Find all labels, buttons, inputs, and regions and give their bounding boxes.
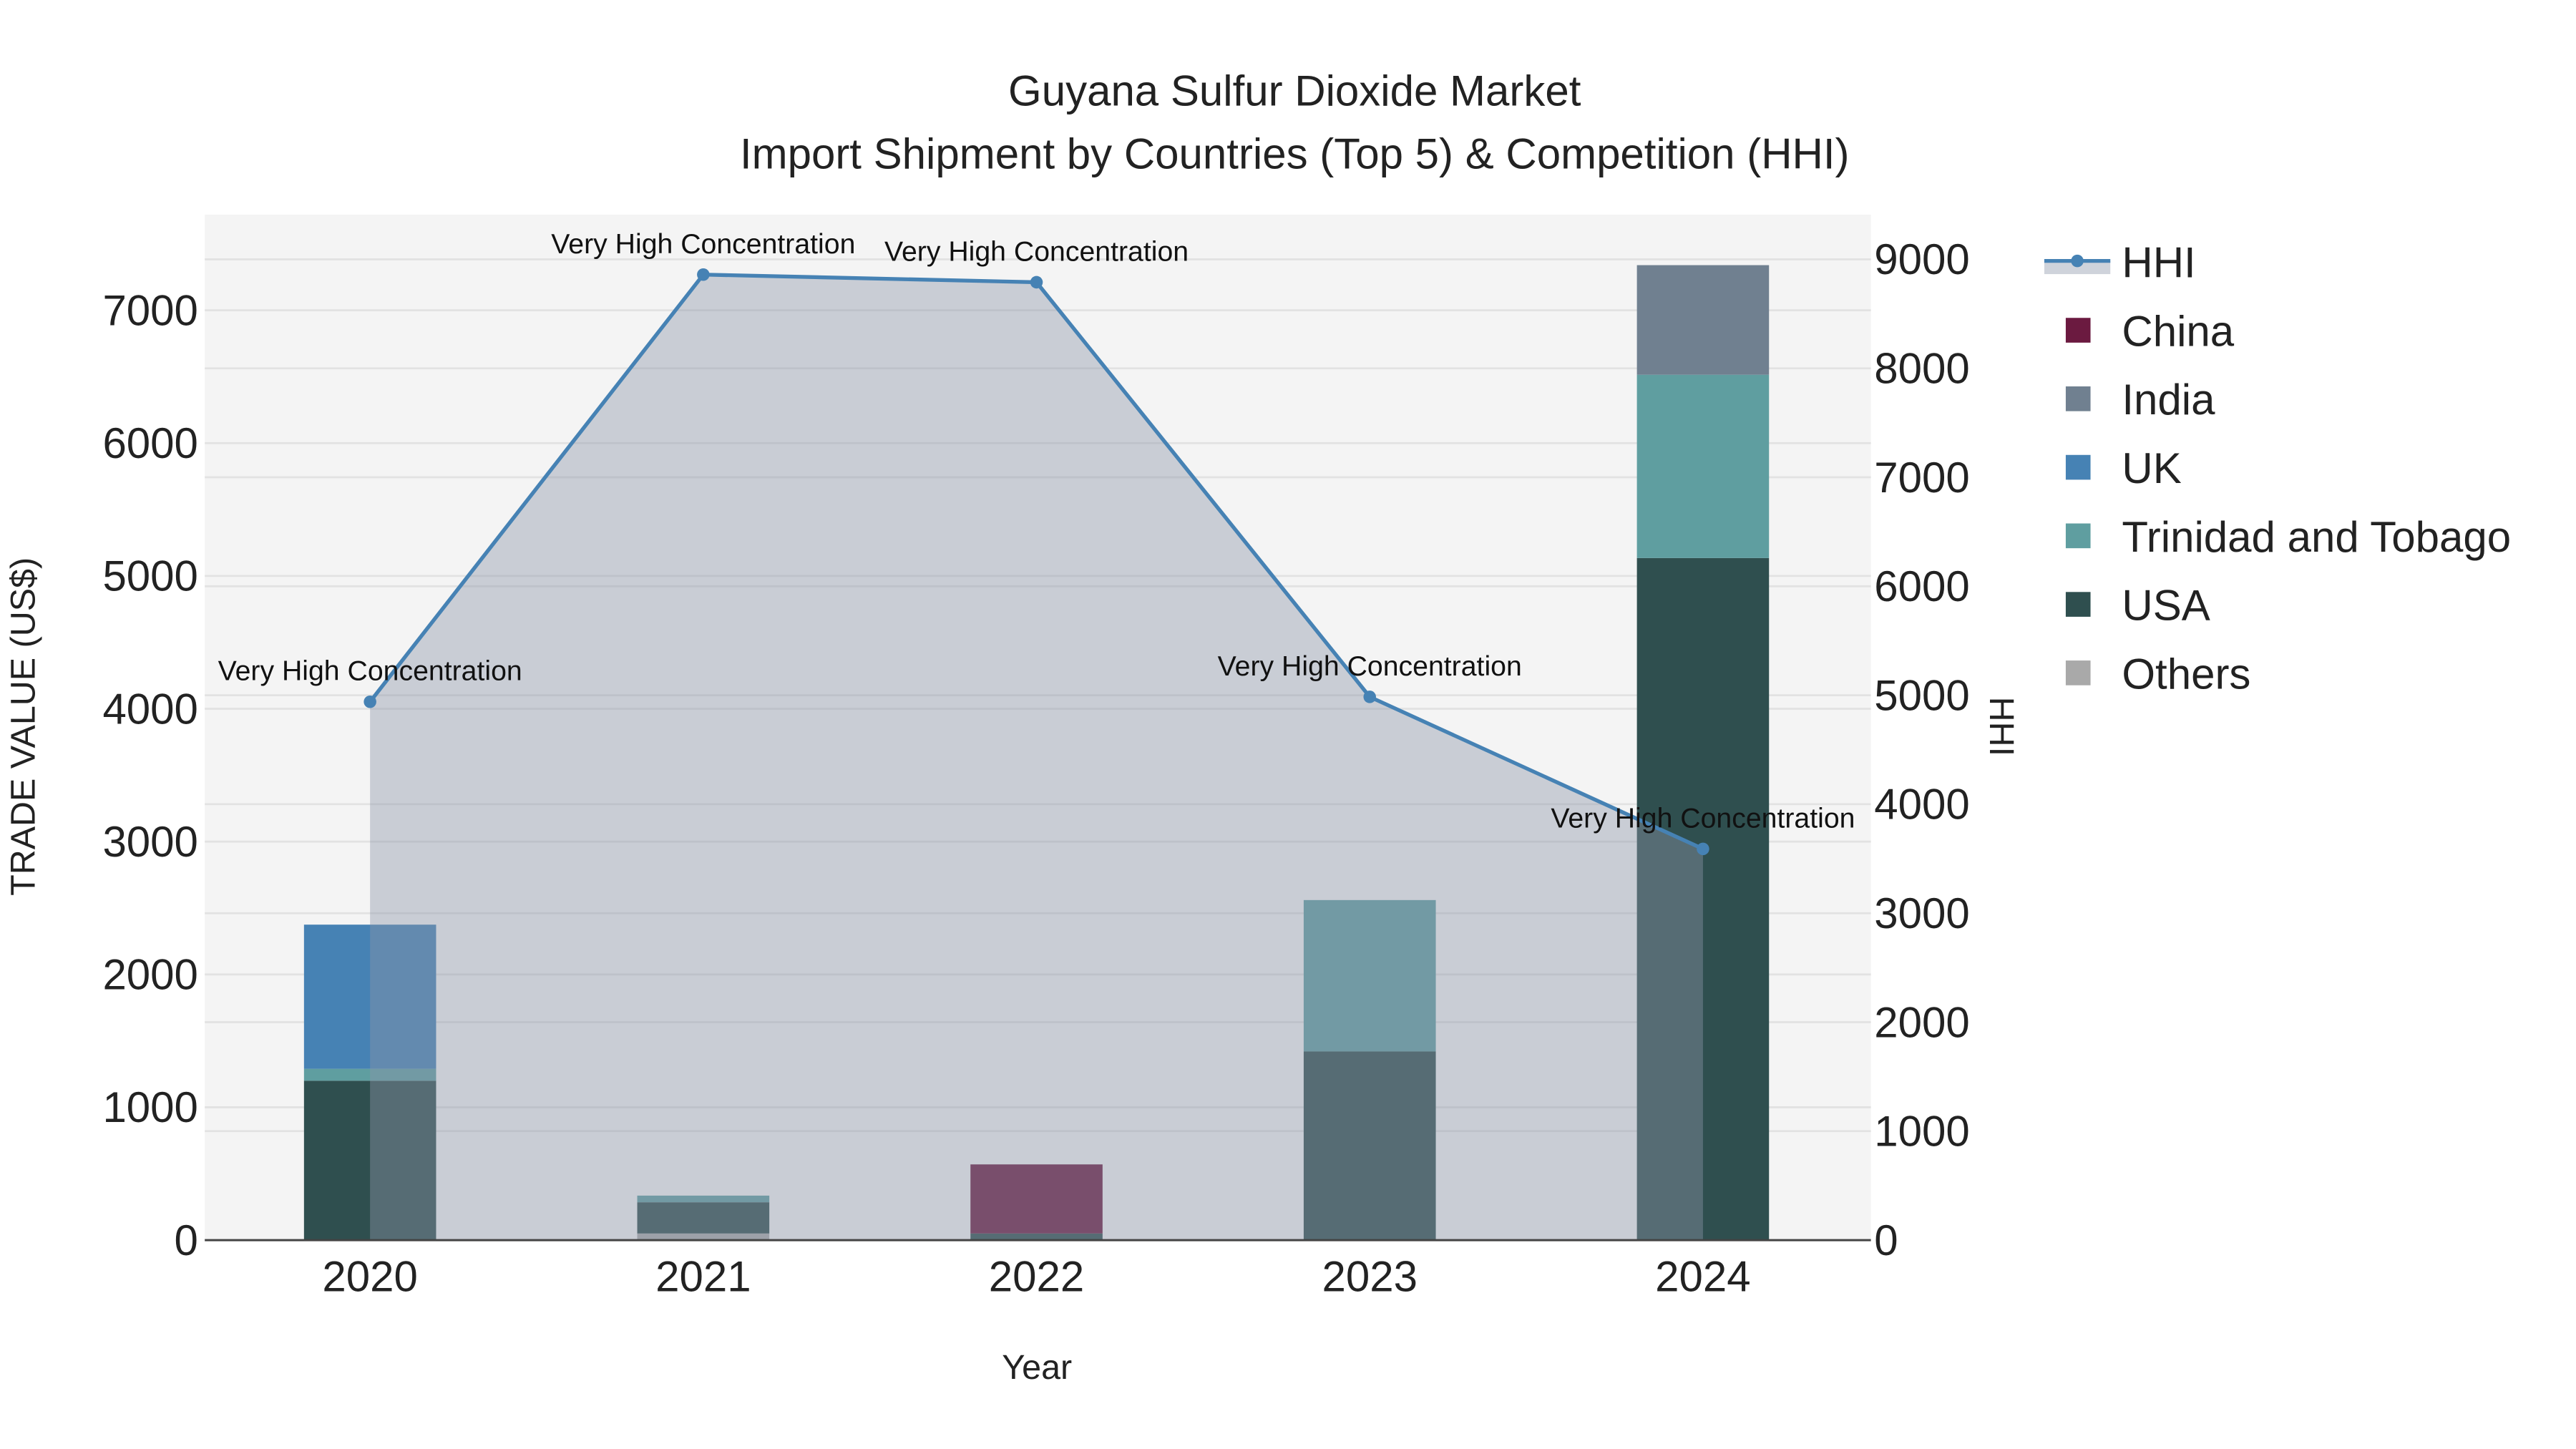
legend-swatch	[2065, 454, 2091, 480]
legend-swatch	[2065, 523, 2091, 549]
y-tick-label: 4000	[102, 685, 197, 733]
legend-label: China	[2122, 307, 2234, 355]
y-tick-label: 1000	[102, 1083, 197, 1131]
hhi-annotation: Very High Concentration	[218, 655, 522, 687]
hhi-point	[697, 268, 710, 281]
y-tick-label: 7000	[102, 286, 197, 334]
legend-label: India	[2122, 376, 2215, 424]
legend-hhi-marker	[2071, 254, 2084, 268]
chart: Very High Concentration Very High Concent…	[4, 67, 2511, 1387]
y2-tick-label: 2000	[1874, 998, 1969, 1046]
y2-tick-label: 6000	[1874, 562, 1969, 610]
hhi-point	[364, 695, 376, 708]
y2-axis-title: HHI	[1982, 697, 2021, 756]
y2-tick-label: 8000	[1874, 345, 1969, 393]
y-axis-title: TRADE VALUE (US$)	[4, 557, 42, 896]
hhi-point	[1697, 842, 1709, 856]
y-tick-label: 5000	[102, 552, 197, 600]
legend-swatch	[2065, 386, 2091, 411]
legend-label: UK	[2122, 444, 2181, 492]
legend-swatch	[2065, 592, 2091, 617]
y-tick-label: 0	[175, 1216, 198, 1264]
hhi-annotation: Very High Concentration	[884, 235, 1189, 267]
bar-india	[1636, 265, 1770, 375]
x-tick-label: 2023	[1322, 1253, 1417, 1301]
y-tick-label: 2000	[102, 951, 197, 999]
x-tick-label: 2021	[655, 1253, 751, 1301]
legend-swatch	[2065, 318, 2091, 343]
y2-tick-label: 7000	[1874, 454, 1969, 502]
x-axis-title: Year	[1002, 1348, 1072, 1387]
legend-swatch	[2065, 660, 2091, 686]
x-tick-label: 2024	[1655, 1253, 1750, 1301]
chart-title: Guyana Sulfur Dioxide Market	[1008, 67, 1581, 115]
legend-label: HHI	[2122, 239, 2195, 287]
hhi-annotation: Very High Concentration	[551, 228, 855, 260]
hhi-point	[1030, 275, 1043, 289]
y2-tick-label: 3000	[1874, 889, 1969, 937]
x-tick-label: 2022	[989, 1253, 1084, 1301]
x-tick-label: 2020	[322, 1253, 417, 1301]
hhi-annotation: Very High Concentration	[1551, 802, 1855, 834]
chart-subtitle: Import Shipment by Countries (Top 5) & C…	[740, 130, 1850, 177]
y2-tick-label: 1000	[1874, 1108, 1969, 1156]
y2-tick-label: 4000	[1874, 781, 1969, 829]
legend-label: Others	[2122, 650, 2250, 698]
y-tick-label: 3000	[102, 818, 197, 866]
legend-label: Trinidad and Tobago	[2122, 513, 2511, 561]
y2-tick-label: 9000	[1874, 235, 1969, 283]
y-tick-label: 6000	[102, 419, 197, 467]
bar-trinidad-and-tobago	[1636, 374, 1770, 558]
y2-tick-label: 5000	[1874, 671, 1969, 719]
hhi-annotation: Very High Concentration	[1218, 650, 1522, 682]
legend: HHI China India UK Trinidad and Tobago USA Oth…	[2044, 239, 2511, 698]
hhi-point	[1363, 691, 1376, 703]
legend-label: USA	[2122, 582, 2210, 630]
y2-tick-label: 0	[1874, 1216, 1898, 1264]
